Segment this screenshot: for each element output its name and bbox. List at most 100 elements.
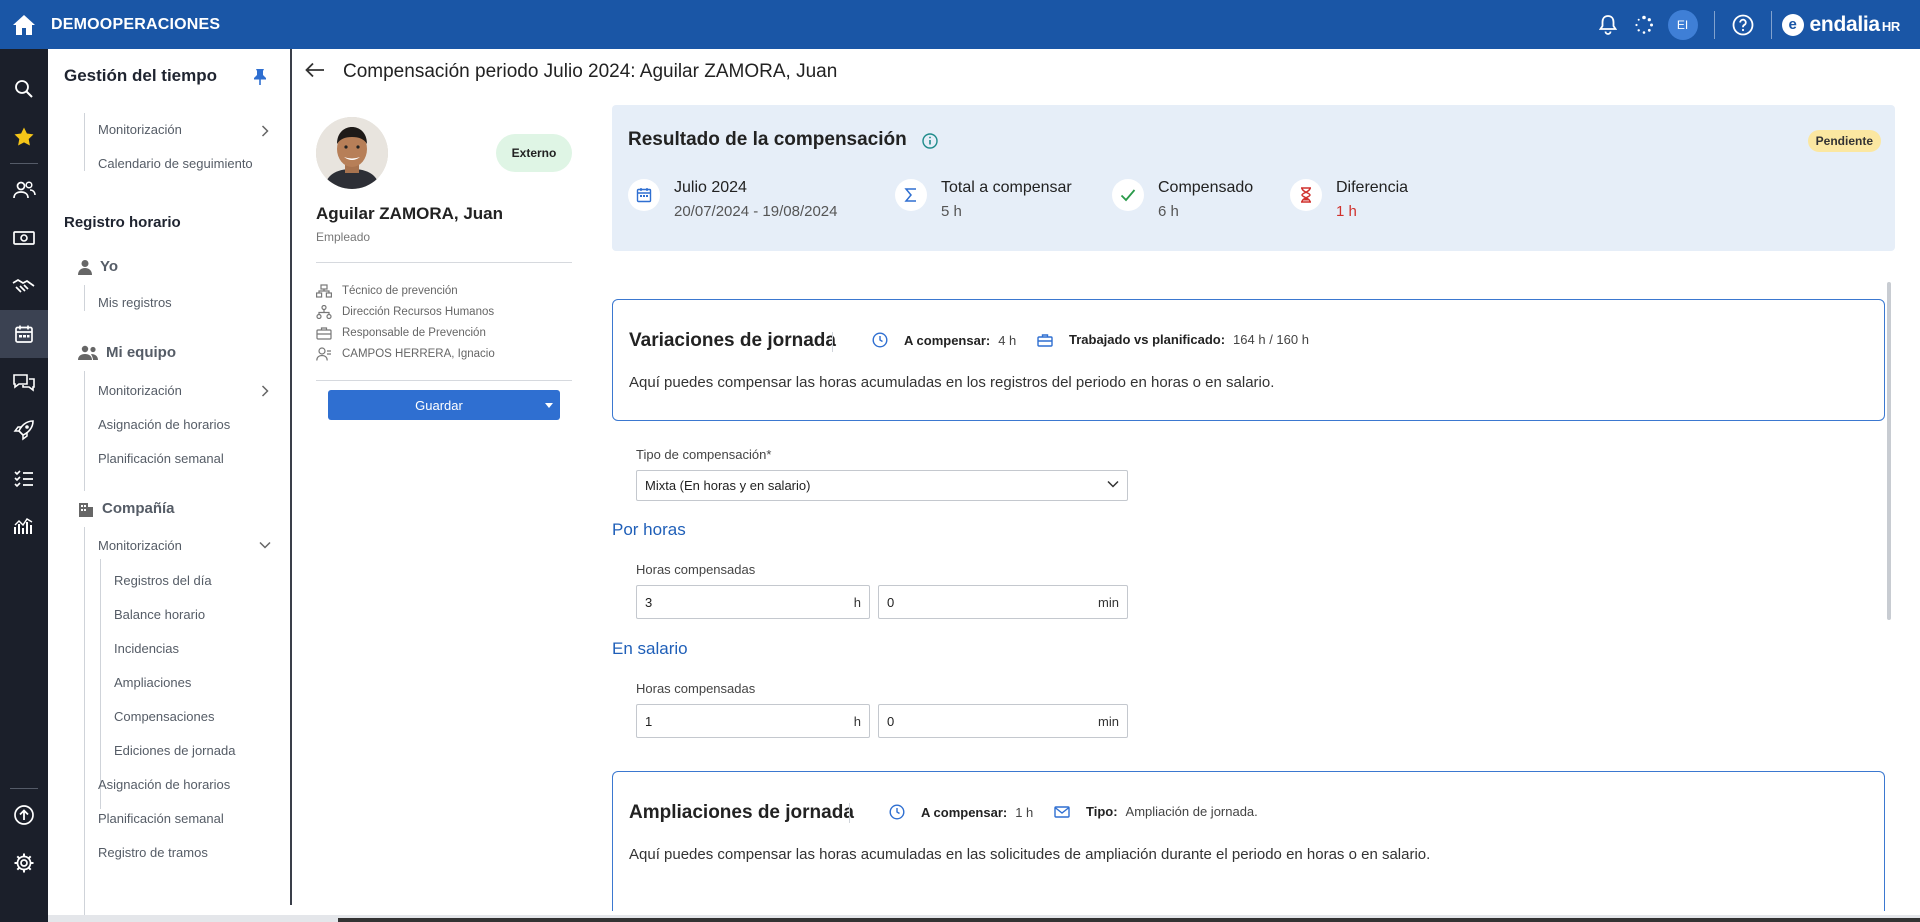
calendar-icon	[628, 179, 660, 211]
card-title: Variaciones de jornada	[629, 330, 836, 351]
search-icon[interactable]	[0, 65, 48, 113]
sidebar-section-registro: Registro horario	[64, 214, 181, 231]
sidebar-item-calendario[interactable]: Calendario de seguimiento	[98, 156, 253, 171]
back-arrow-icon[interactable]	[305, 62, 325, 78]
star-icon[interactable]	[0, 113, 48, 161]
people-icon[interactable]	[0, 166, 48, 214]
org-chart-icon	[316, 284, 332, 298]
variaciones-card: Variaciones de jornada A compensar: 4 h …	[612, 299, 1885, 421]
tipo-compensacion-select[interactable]: Mixta (En horas y en salario)	[636, 470, 1128, 501]
sidebar-group-yo: Yo	[78, 258, 118, 275]
settings-icon[interactable]	[0, 839, 48, 887]
sidebar-item-compensaciones[interactable]: Compensaciones	[114, 709, 214, 724]
kpi-label: Total a compensar	[941, 179, 1072, 196]
kpi-value: 5 h	[941, 203, 962, 220]
kpi-label: Compensado	[1158, 179, 1254, 196]
info-row-responsibility: Responsable de Prevención	[316, 326, 486, 340]
user-avatar[interactable]: EI	[1667, 9, 1698, 40]
sidebar-item-planificacion-compania[interactable]: Planificación semanal	[98, 811, 224, 826]
tree-line	[84, 371, 85, 491]
sidebar-item-asignacion-equipo[interactable]: Asignación de horarios	[98, 417, 230, 432]
card-description: Aquí puedes compensar las horas acumulad…	[629, 846, 1431, 863]
person-icon	[78, 259, 92, 275]
kpi-value: 20/07/2024 - 19/08/2024	[674, 203, 838, 220]
checklist-icon[interactable]	[0, 454, 48, 502]
sidebar-item-monitorizacion-equipo[interactable]: Monitorización	[98, 383, 182, 398]
chevron-right-icon[interactable]	[261, 125, 269, 137]
input-value: 0	[887, 713, 895, 729]
save-button-label: Guardar	[415, 397, 463, 413]
en-salario-hours-input[interactable]: 1 h	[636, 704, 870, 738]
sidebar-item-monitorizacion-compania[interactable]: Monitorización	[98, 538, 182, 553]
tipo-compensacion-label: Tipo de compensación*	[636, 447, 772, 462]
clock-icon	[872, 332, 888, 348]
briefcase-icon	[1037, 333, 1053, 347]
divider	[316, 380, 572, 381]
input-value: 1	[645, 713, 653, 729]
save-button[interactable]: Guardar	[328, 390, 560, 420]
horas-compensadas-label: Horas compensadas	[636, 681, 756, 696]
brand-logo[interactable]: e endalia HR	[1781, 12, 1900, 37]
sidebar-item-registros-dia[interactable]: Registros del día	[114, 573, 212, 588]
divider	[10, 163, 38, 164]
sidebar-item-mis-registros[interactable]: Mis registros	[98, 295, 172, 310]
pin-icon[interactable]	[253, 68, 267, 86]
handshake-icon[interactable]	[0, 262, 48, 310]
horizontal-scrollbar[interactable]	[48, 915, 1920, 922]
bell-icon[interactable]	[1590, 0, 1626, 49]
money-icon[interactable]	[0, 214, 48, 262]
chevron-down-icon[interactable]	[259, 541, 271, 549]
analytics-icon[interactable]	[0, 502, 48, 550]
check-icon	[1112, 179, 1144, 211]
input-value: 3	[645, 594, 653, 610]
unit-label: min	[1098, 594, 1119, 610]
unit-label: h	[853, 713, 861, 729]
upload-icon[interactable]	[0, 791, 48, 839]
company-name[interactable]: DEMOOPERACIONES	[51, 16, 220, 34]
responsibility-text: Responsable de Prevención	[342, 327, 486, 339]
unit-label: h	[853, 594, 861, 610]
brand-name: endalia	[1809, 12, 1881, 36]
chevron-down-icon	[1107, 480, 1119, 488]
caret-down-icon[interactable]	[538, 402, 560, 408]
info-icon[interactable]	[922, 133, 938, 149]
group-label: Mi equipo	[106, 344, 176, 361]
sidebar-item-monitorizacion[interactable]: Monitorización	[98, 122, 182, 137]
por-horas-hours-input[interactable]: 3 h	[636, 585, 870, 619]
department-text: Dirección Recursos Humanos	[342, 306, 495, 318]
hierarchy-icon	[316, 305, 332, 319]
scrollbar[interactable]	[1887, 282, 1891, 620]
sidebar-item-incidencias[interactable]: Incidencias	[114, 641, 179, 656]
help-icon[interactable]	[1725, 0, 1761, 49]
kpi-value: 6 h	[1158, 203, 1179, 220]
manager-text: CAMPOS HERRERA, Ignacio	[342, 348, 495, 360]
meta-label: A compensar:	[921, 804, 1008, 820]
unit-label: min	[1098, 713, 1119, 729]
sidebar-item-ampliaciones[interactable]: Ampliaciones	[114, 675, 191, 690]
por-horas-minutes-input[interactable]: 0 min	[878, 585, 1128, 619]
sidebar-item-planificacion-equipo[interactable]: Planificación semanal	[98, 451, 224, 466]
chevron-right-icon[interactable]	[261, 385, 269, 397]
a-compensar-meta: A compensar: 4 h	[872, 332, 1016, 348]
endalia-logo-icon: e	[1781, 13, 1804, 36]
group-label: Yo	[100, 258, 119, 275]
kpi-value-negative: 1 h	[1336, 203, 1357, 220]
kpi-compensado: Compensado 6 h	[1112, 179, 1253, 220]
meta-value: 4 h	[998, 332, 1017, 348]
rocket-icon[interactable]	[0, 406, 48, 454]
divider	[1713, 10, 1715, 39]
result-title: Resultado de la compensación	[628, 129, 907, 150]
loading-icon[interactable]	[1626, 0, 1662, 49]
clock-icon	[889, 804, 905, 820]
chat-icon[interactable]	[0, 358, 48, 406]
home-icon[interactable]	[0, 0, 48, 49]
sidebar-item-balance-horario[interactable]: Balance horario	[114, 607, 205, 622]
meta-value: Ampliación de jornada.	[1125, 804, 1258, 819]
sidebar-item-asignacion-compania[interactable]: Asignación de horarios	[98, 777, 230, 792]
kpi-label: Julio 2024	[674, 179, 747, 196]
sidebar-item-registro-tramos[interactable]: Registro de tramos	[98, 845, 208, 860]
en-salario-minutes-input[interactable]: 0 min	[878, 704, 1128, 738]
calendar-icon[interactable]	[0, 310, 48, 358]
sidebar-item-ediciones-jornada[interactable]: Ediciones de jornada	[114, 743, 235, 758]
tree-line	[100, 559, 101, 809]
